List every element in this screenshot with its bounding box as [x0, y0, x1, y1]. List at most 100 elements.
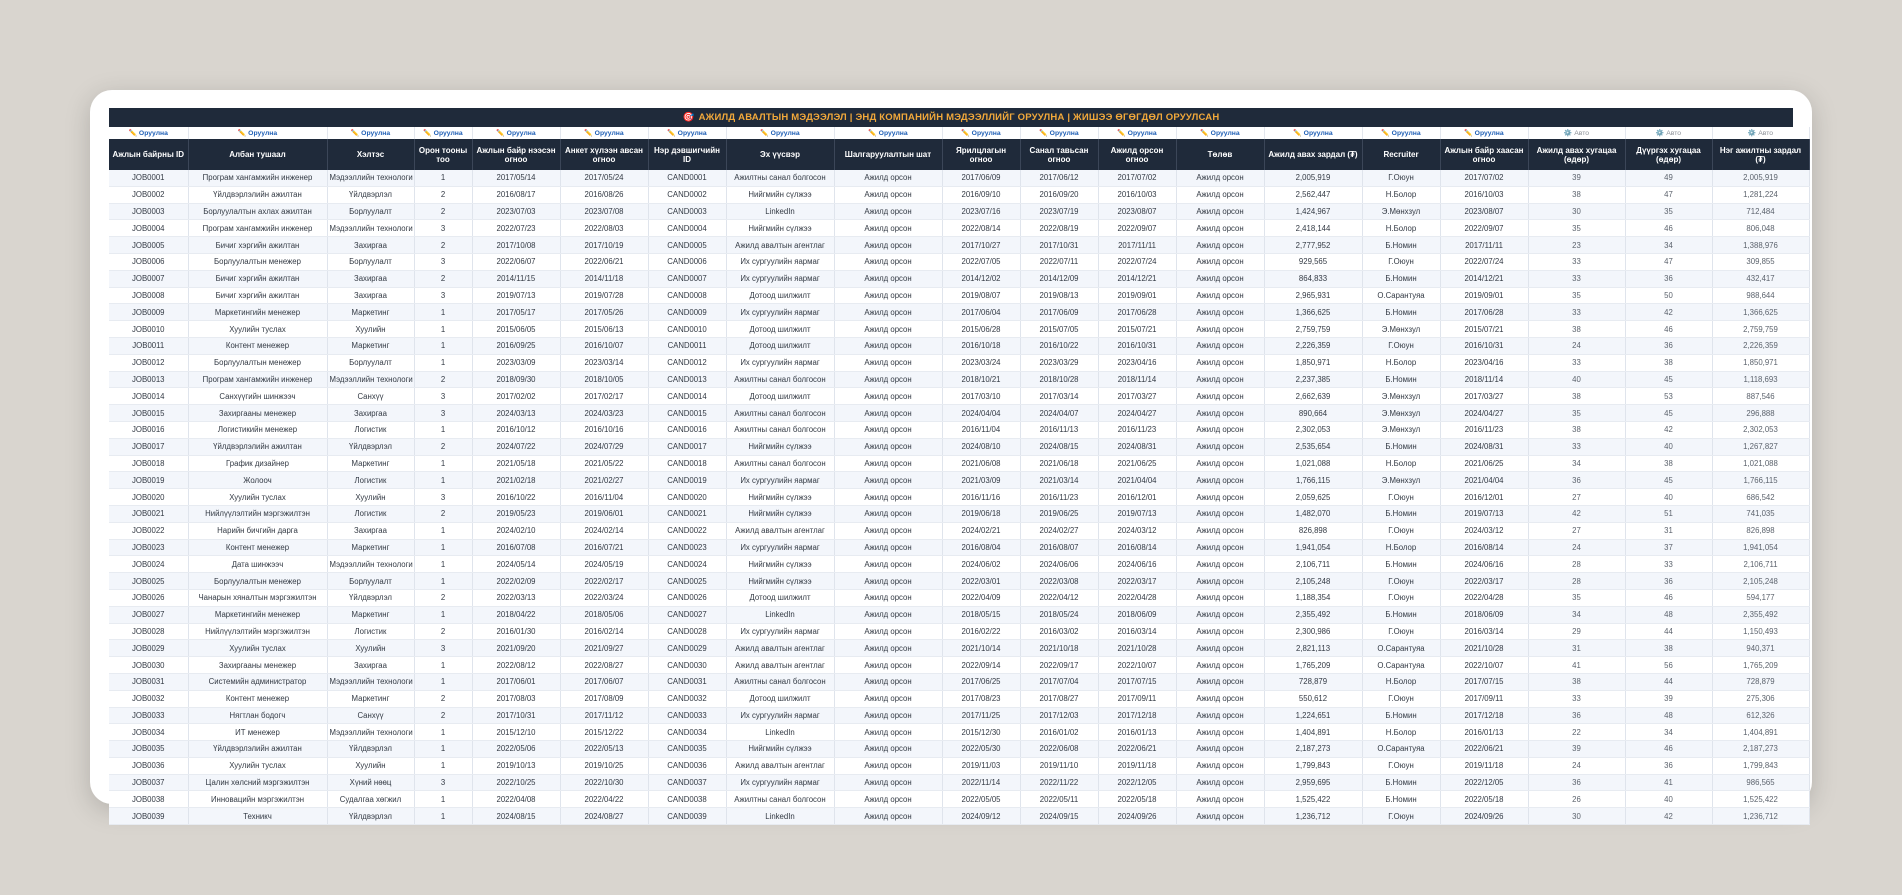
- table-cell[interactable]: 2017/10/27: [942, 236, 1021, 254]
- table-cell[interactable]: Ажилд орсон: [1176, 690, 1265, 708]
- table-cell[interactable]: 2017/07/02: [1440, 170, 1529, 187]
- table-cell[interactable]: 24: [1528, 757, 1626, 775]
- table-cell[interactable]: JOB0010: [109, 320, 189, 338]
- table-cell[interactable]: Ажилд орсон: [834, 471, 943, 490]
- table-cell[interactable]: 2022/05/06: [472, 740, 561, 758]
- table-cell[interactable]: Г.Оюун: [1362, 807, 1441, 826]
- table-cell[interactable]: 1,021,088: [1712, 455, 1810, 473]
- table-cell[interactable]: 826,898: [1264, 522, 1363, 540]
- table-cell[interactable]: 2015/07/21: [1098, 320, 1177, 338]
- table-cell[interactable]: Борлуулалтын менежер: [188, 572, 328, 590]
- table-cell[interactable]: 2017/06/09: [942, 170, 1021, 187]
- table-cell[interactable]: Бичиг хэргийн ажилтан: [188, 270, 328, 288]
- table-cell[interactable]: 2019/06/18: [942, 505, 1021, 523]
- table-cell[interactable]: Нарийн бичгийн дарга: [188, 522, 328, 540]
- table-cell[interactable]: Борлуулалтын менежер: [188, 354, 328, 372]
- table-cell[interactable]: 1: [414, 656, 473, 674]
- table-cell[interactable]: 712,484: [1712, 203, 1810, 221]
- table-cell[interactable]: 2016/11/23: [1020, 488, 1099, 506]
- table-cell[interactable]: 2018/09/30: [472, 371, 561, 389]
- table-cell[interactable]: 23: [1528, 236, 1626, 254]
- table-cell[interactable]: Ажилд орсон: [1176, 539, 1265, 557]
- table-cell[interactable]: 2016/10/31: [1098, 337, 1177, 355]
- table-cell[interactable]: 56: [1625, 656, 1713, 674]
- table-cell[interactable]: 2019/07/13: [1098, 505, 1177, 523]
- table-cell[interactable]: JOB0032: [109, 690, 189, 708]
- table-cell[interactable]: CAND0028: [648, 623, 727, 641]
- table-cell[interactable]: JOB0019: [109, 471, 189, 490]
- table-cell[interactable]: Ажилд орсон: [834, 236, 943, 254]
- table-cell[interactable]: 2024/03/12: [1440, 522, 1529, 540]
- table-cell[interactable]: 2016/02/14: [560, 623, 649, 641]
- table-cell[interactable]: 2018/10/21: [942, 371, 1021, 389]
- table-cell[interactable]: 275,306: [1712, 690, 1810, 708]
- table-cell[interactable]: 2,237,385: [1264, 371, 1363, 389]
- table-cell[interactable]: 46: [1625, 740, 1713, 758]
- table-cell[interactable]: Ажилд орсон: [834, 572, 943, 590]
- table-cell[interactable]: Ажилд орсон: [1176, 186, 1265, 204]
- table-cell[interactable]: 1: [414, 673, 473, 691]
- table-cell[interactable]: Хуулийн туслах: [188, 757, 328, 775]
- table-cell[interactable]: 26: [1528, 790, 1626, 809]
- table-cell[interactable]: CAND0026: [648, 589, 727, 607]
- table-cell[interactable]: 2024/03/23: [560, 404, 649, 422]
- table-cell[interactable]: 2024/08/10: [942, 438, 1021, 456]
- table-cell[interactable]: Их сургуулийн яармаг: [726, 471, 835, 490]
- table-cell[interactable]: 2022/10/07: [1440, 656, 1529, 674]
- table-cell[interactable]: 2022/07/24: [1098, 253, 1177, 271]
- table-cell[interactable]: 30: [1528, 203, 1626, 221]
- table-cell[interactable]: Э.Мөнхзул: [1362, 203, 1441, 221]
- table-cell[interactable]: Логистик: [327, 421, 415, 439]
- table-cell[interactable]: 2017/05/26: [560, 303, 649, 322]
- table-row[interactable]: JOB0002 Үйлдвэрлэлийн ажилтан Үйлдвэрлэл 2 2…: [109, 186, 1810, 204]
- table-cell[interactable]: 2,226,359: [1264, 337, 1363, 355]
- table-cell[interactable]: 2023/07/16: [942, 203, 1021, 221]
- table-cell[interactable]: Ажилд орсон: [1176, 572, 1265, 590]
- table-cell[interactable]: 2019/06/01: [560, 505, 649, 523]
- table-cell[interactable]: 31: [1528, 639, 1626, 658]
- table-cell[interactable]: Ажилд орсон: [834, 170, 943, 187]
- table-cell[interactable]: 2,759,759: [1264, 320, 1363, 338]
- table-cell[interactable]: Судалгаа хөгжил: [327, 790, 415, 809]
- table-cell[interactable]: 40: [1528, 371, 1626, 389]
- table-cell[interactable]: Ажилд орсон: [834, 589, 943, 607]
- table-cell[interactable]: 34: [1528, 606, 1626, 624]
- table-cell[interactable]: 2016/09/20: [1020, 186, 1099, 204]
- table-cell[interactable]: 2017/07/15: [1098, 673, 1177, 691]
- column-header-17[interactable]: Дүүргэх хугацаа (өдөр): [1625, 139, 1713, 170]
- table-cell[interactable]: CAND0001: [648, 170, 727, 187]
- table-cell[interactable]: Ажилд орсон: [834, 757, 943, 775]
- table-cell[interactable]: JOB0022: [109, 522, 189, 540]
- table-cell[interactable]: Ажилд орсон: [1176, 170, 1265, 187]
- table-row[interactable]: JOB0016 Логистикийн менежер Логистик 1 2016/…: [109, 421, 1810, 439]
- table-cell[interactable]: Ажилд орсон: [1176, 236, 1265, 254]
- table-cell[interactable]: 2021/03/14: [1020, 471, 1099, 490]
- table-cell[interactable]: 2023/07/19: [1020, 203, 1099, 221]
- table-cell[interactable]: 2023/07/03: [472, 203, 561, 221]
- table-cell[interactable]: 1,366,625: [1712, 303, 1810, 322]
- table-cell[interactable]: 2018/05/15: [942, 606, 1021, 624]
- table-cell[interactable]: 2019/07/13: [472, 287, 561, 305]
- table-cell[interactable]: 2022/04/28: [1098, 589, 1177, 607]
- table-cell[interactable]: 1,799,843: [1264, 757, 1363, 775]
- table-cell[interactable]: Ажилд орсон: [1176, 589, 1265, 607]
- table-cell[interactable]: 2016/11/04: [942, 421, 1021, 439]
- table-cell[interactable]: 2014/12/02: [942, 270, 1021, 288]
- table-cell[interactable]: 2022/09/14: [942, 656, 1021, 674]
- table-cell[interactable]: 2014/12/09: [1020, 270, 1099, 288]
- table-cell[interactable]: 1: [414, 606, 473, 624]
- table-cell[interactable]: 28: [1528, 555, 1626, 574]
- table-cell[interactable]: 1: [414, 337, 473, 355]
- table-cell[interactable]: 2016/03/14: [1440, 623, 1529, 641]
- table-cell[interactable]: 2,226,359: [1712, 337, 1810, 355]
- table-cell[interactable]: Захиргаа: [327, 270, 415, 288]
- table-cell[interactable]: 38: [1625, 455, 1713, 473]
- table-cell[interactable]: 2024/09/26: [1098, 807, 1177, 826]
- table-cell[interactable]: 2016/08/26: [560, 186, 649, 204]
- table-row[interactable]: JOB0026 Чанарын хяналтын мэргэжилтэн Үйлдв…: [109, 589, 1810, 607]
- table-cell[interactable]: Ажилд орсон: [1176, 488, 1265, 506]
- table-cell[interactable]: 2024/07/22: [472, 438, 561, 456]
- table-cell[interactable]: Ажилд орсон: [1176, 774, 1265, 792]
- table-cell[interactable]: 2022/07/11: [1020, 253, 1099, 271]
- table-cell[interactable]: 2017/05/24: [560, 170, 649, 187]
